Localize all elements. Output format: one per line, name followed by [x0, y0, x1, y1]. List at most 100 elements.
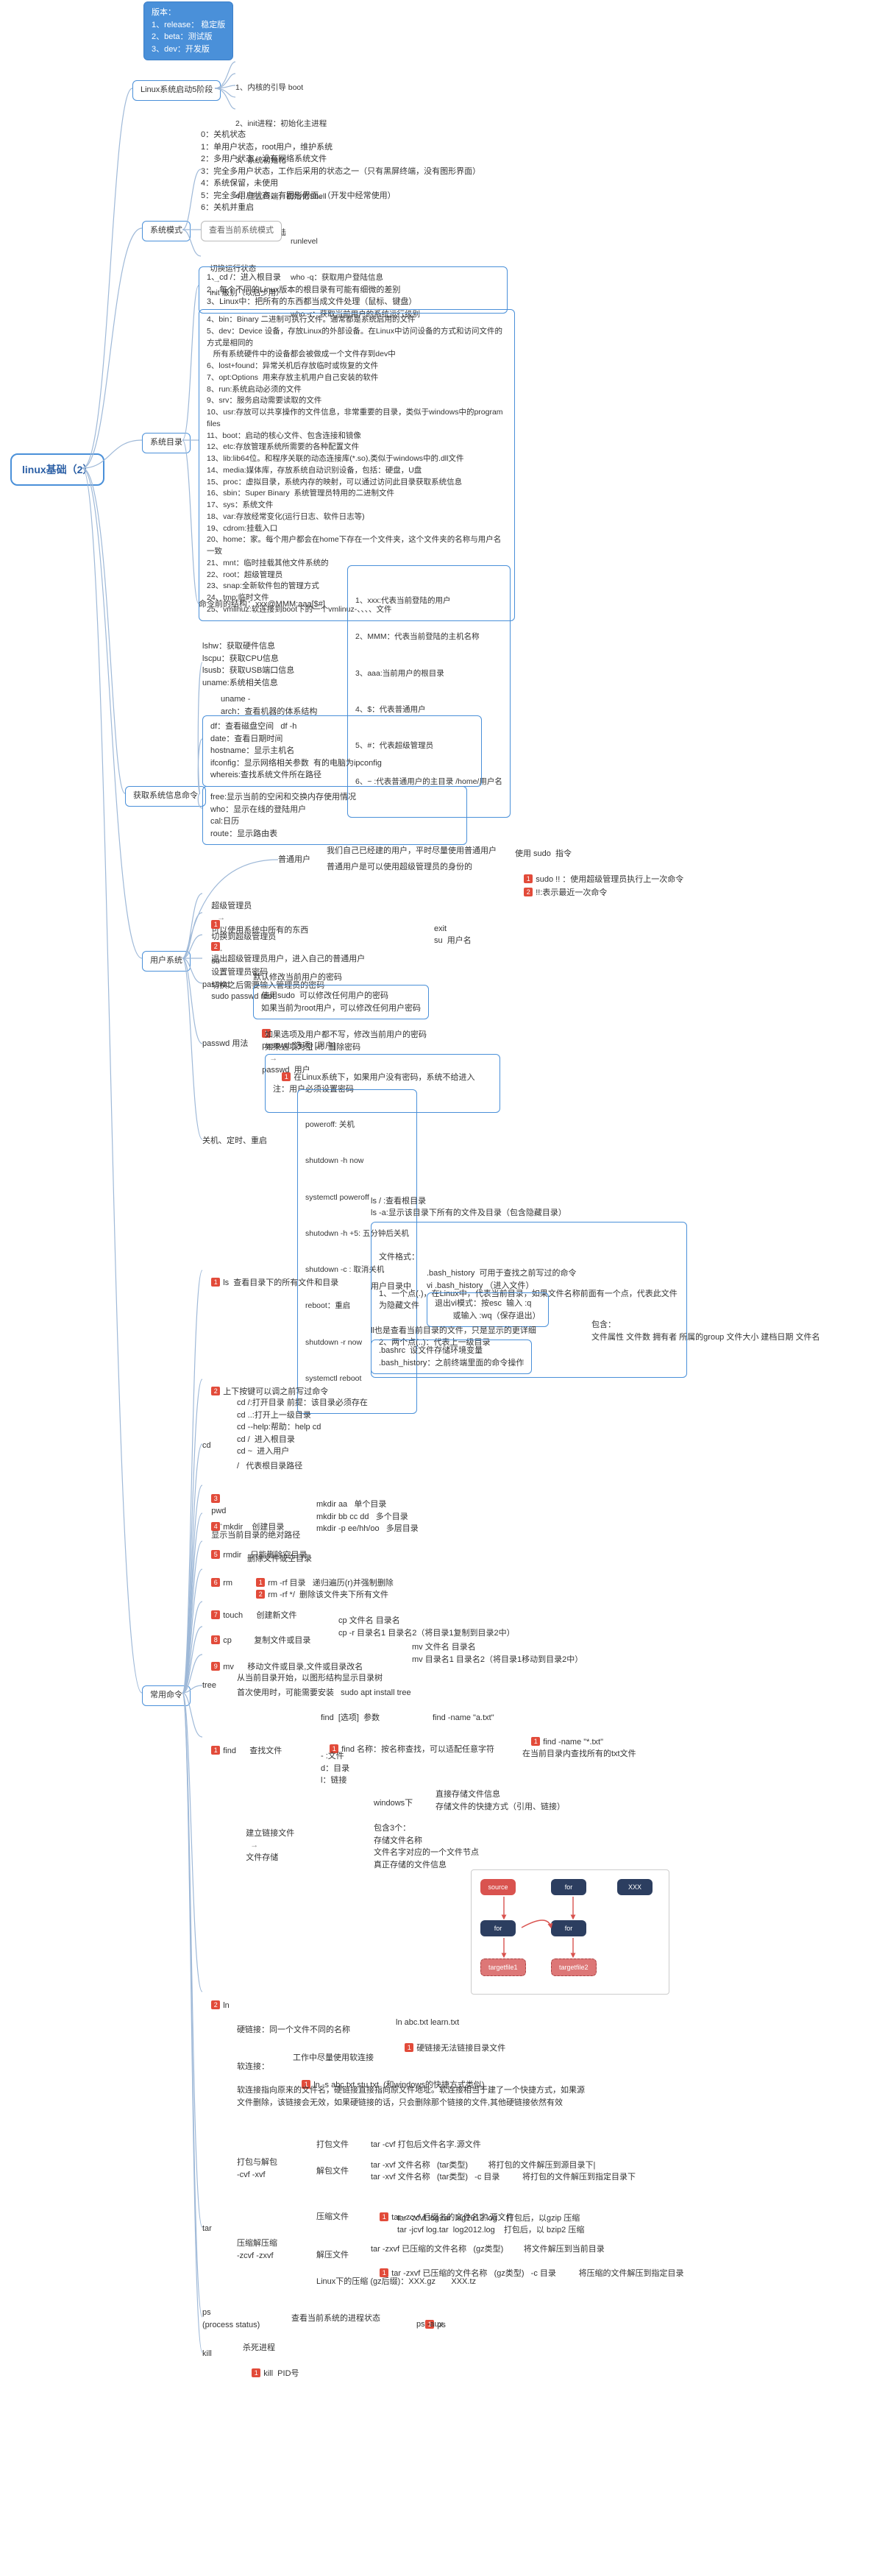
mode-view-item: runlevel	[291, 236, 420, 247]
ln-win-r: 直接存储文件信息 存储文件的快捷方式（引用、链接）	[436, 1788, 565, 1813]
tar-pack-label: 打包与解包 -cvf -xvf	[237, 2156, 277, 2181]
tar-unpack-i1: tar -xvf 文件名称 (tar类型) 将打包的文件解压到源目录下|	[371, 2159, 595, 2172]
boot-item: 1、内核的引导 boot	[235, 82, 327, 93]
cd-root: / 代表根目录路径	[237, 1460, 302, 1473]
ld-b: for	[551, 1879, 586, 1895]
sec-cmd-title: 常用命令	[142, 1685, 191, 1706]
t: 上下按键可以调之前写过命令	[223, 1387, 328, 1396]
root-node: linux基础（2）	[10, 453, 104, 486]
bullet-icon: 2	[211, 2000, 220, 2009]
tar-unpack-l: 解包文件	[316, 2165, 349, 2178]
ls-udi1: .bash_history 可用于查找之前写过的命令 vi .bash_hist…	[427, 1267, 577, 1292]
ld-a: source	[480, 1879, 516, 1895]
user-sudo-i2: 2!!:表示最近一次命令	[515, 874, 607, 911]
sec-mode-title: 系统模式	[142, 221, 191, 241]
cmdline-title: 命令前的结构：xxx@MMM:aaa[$#]	[199, 598, 325, 611]
tar-unpack-i2: tar -xvf 文件名称 (tar类型) -c 目录 将打包的文件解压到指定目…	[371, 2171, 636, 2184]
ls-top1: ls / :查看根目录	[371, 1195, 426, 1208]
cmdline-item: 3、aaa:当前用户的根目录	[355, 668, 502, 679]
bullet-icon: 2	[211, 1387, 220, 1395]
bullet-icon: 7	[211, 1610, 220, 1619]
tar-gz: Linux下的压缩 (gz后缀)：XXX.gz XXX.tz	[316, 2276, 476, 2288]
ls-bashrc: .bashrc 设文件存储环境变量 .bash_history：之前终端里面的命…	[371, 1340, 532, 1374]
find-ex2: 1find -name "*.txt" 在当前目录内查找所有的txt文件	[522, 1724, 636, 1772]
t: rm	[223, 1579, 232, 1588]
sec-info-title: 获取系统信息命令	[125, 786, 206, 807]
ls-ll: ll也是查看当前目录的文件，只是显示的更详细	[371, 1325, 536, 1337]
bullet-icon: 1	[380, 2212, 388, 2221]
t: mv 移动文件或目录,文件或目录改名	[223, 1663, 363, 1671]
tree-l1: 从当前目录开始，以图形结构显示目录树	[237, 1672, 383, 1685]
user-exit-i1: exit	[434, 923, 447, 935]
bullet-icon: 1	[405, 2043, 413, 2052]
cmd-tree: tree	[202, 1680, 216, 1692]
cmd-kill: kill	[202, 2348, 212, 2360]
dir-intro: 1、cd /：进入根目录 2、每个不同的Linux版本的根目录有可能有细微的差别…	[199, 266, 508, 314]
bullet-icon: 2	[211, 942, 220, 951]
sec-boot-title: Linux系统启动5阶段	[132, 80, 221, 101]
bullet-icon: 8	[211, 1635, 220, 1644]
kill-item: 1kill PID号	[243, 2355, 299, 2392]
sec-dir-title: 系统目录	[142, 433, 191, 453]
bullet-icon: 1	[211, 1746, 220, 1755]
t: 文件格式：	[379, 1251, 679, 1264]
bullet-icon: 4	[211, 1522, 220, 1531]
bullet-icon: 1	[282, 1072, 291, 1081]
ls-userdir-label: 用户目录中	[371, 1281, 411, 1293]
version-box: 版本： 1、release： 稳定版 2、beta：测试版 3、dev：开发版	[143, 1, 233, 60]
t: ln	[223, 2001, 230, 2010]
t: find 名称：按名称查找，可以适配任意字符	[341, 1745, 494, 1754]
bullet-icon: 3	[211, 1494, 220, 1503]
find-last: - :文件 d：目录 l：链接	[321, 1750, 349, 1787]
ld-g: targetfile2	[551, 1958, 597, 1976]
bullet-icon: 2	[524, 888, 533, 896]
ln-hard-r1: ln abc.txt learn.txt	[396, 2017, 459, 2029]
tar-zip-i1: tar -zcvf log.tar log2012.log 打包后，以gzip …	[397, 2212, 580, 2225]
ld-d: for	[480, 1920, 516, 1936]
user-sudo-t: !!:表示最近一次命令	[536, 888, 607, 897]
user-normal-l1: 我们自己已经建的用户，平时尽量使用普通用户	[327, 845, 497, 857]
t: 硬链接无法链接目录文件	[416, 2044, 505, 2053]
shutdown-label: 关机、定时、重启	[202, 1135, 267, 1147]
cp-r: cp 文件名 目录名 cp -r 目录名1 目录名2（将目录1复制到目录2中）	[338, 1615, 515, 1639]
tar-unzip-l: 解压文件	[316, 2249, 349, 2262]
cmd-rm: 6rm	[202, 1565, 232, 1602]
ld-c: XXX	[617, 1879, 653, 1895]
t: mkdir 创建目录	[223, 1523, 284, 1532]
passwd-usage-label: passwd 用法	[202, 1038, 248, 1050]
t: kill PID号	[263, 2369, 299, 2378]
cmdline-item: 4、$：代表普通用户	[355, 704, 502, 715]
mode-view: 查看当前系统模式	[201, 221, 282, 241]
t: touch 创建新文件	[223, 1611, 296, 1620]
tar-zip-i2: tar -jcvf log.tar log2012.log 打包后，以 bzip…	[397, 2224, 584, 2237]
ln-hard-r2: 1硬链接无法链接目录文件	[396, 2030, 505, 2067]
mv-r: mv 文件名 目录名 mv 目录名1 目录名2（将目录1移动到目录2中）	[412, 1641, 583, 1666]
cmd-find: 1find 查找文件	[202, 1733, 282, 1769]
t: 建立链接文件	[246, 1829, 294, 1838]
cmdline-item: 2、MMM：代表当前登陆的主机名称	[355, 631, 502, 643]
bullet-icon: 1	[531, 1737, 540, 1746]
t: 文件存储	[246, 1853, 278, 1862]
bullet-icon: 5	[211, 1550, 220, 1559]
bullet-icon: 1	[252, 2368, 260, 2377]
ps-r: 查看当前系统的进程状态	[291, 2313, 380, 2325]
cmd-ln: 2ln	[202, 1987, 230, 2024]
user-normal-l2: 普通用户是可以使用超级管理员的身份的	[327, 861, 472, 874]
ln-linux: 包含3个： 存储文件名称 文件名字对应的一个文件节点 真正存储的文件信息	[374, 1822, 479, 1871]
bullet-icon: 1	[211, 920, 220, 929]
ps-i2: ps -aux	[416, 2318, 443, 2331]
find-ex: find -name "a.txt"	[433, 1712, 494, 1724]
cmd-ps: ps (process status)	[202, 2307, 260, 2331]
passwd-l1: 默认修改当前用户的密码	[253, 972, 342, 984]
info-uname: uname - arch：查看机器的体系结构	[221, 693, 317, 718]
sd-item: shutdown -h now	[305, 1155, 409, 1167]
ln-soft-label: 软连接：	[237, 2061, 269, 2073]
tar-unzip-i1: tar -zxvf 已压缩的文件名称 (gz类型) 将文件解压到当前目录	[371, 2243, 605, 2256]
find-fmt: find [选项] 参数	[321, 1712, 380, 1724]
ln-hard-label: 硬链接：同一个文件不同的名称	[237, 2024, 350, 2037]
passwd-u1: 如果选项及用户都不写，修改当前用户的密码 如果选项为空 -i：删除密码	[265, 1029, 486, 1053]
ln-win: windows下	[374, 1797, 413, 1810]
rm-top: 删除文件或空目录	[247, 1553, 312, 1565]
passwd-l2: 使用sudo 可以修改任何用户的密码 如果当前为root用户，可以修改任何用户密…	[253, 985, 429, 1019]
ld-e: for	[551, 1920, 586, 1936]
